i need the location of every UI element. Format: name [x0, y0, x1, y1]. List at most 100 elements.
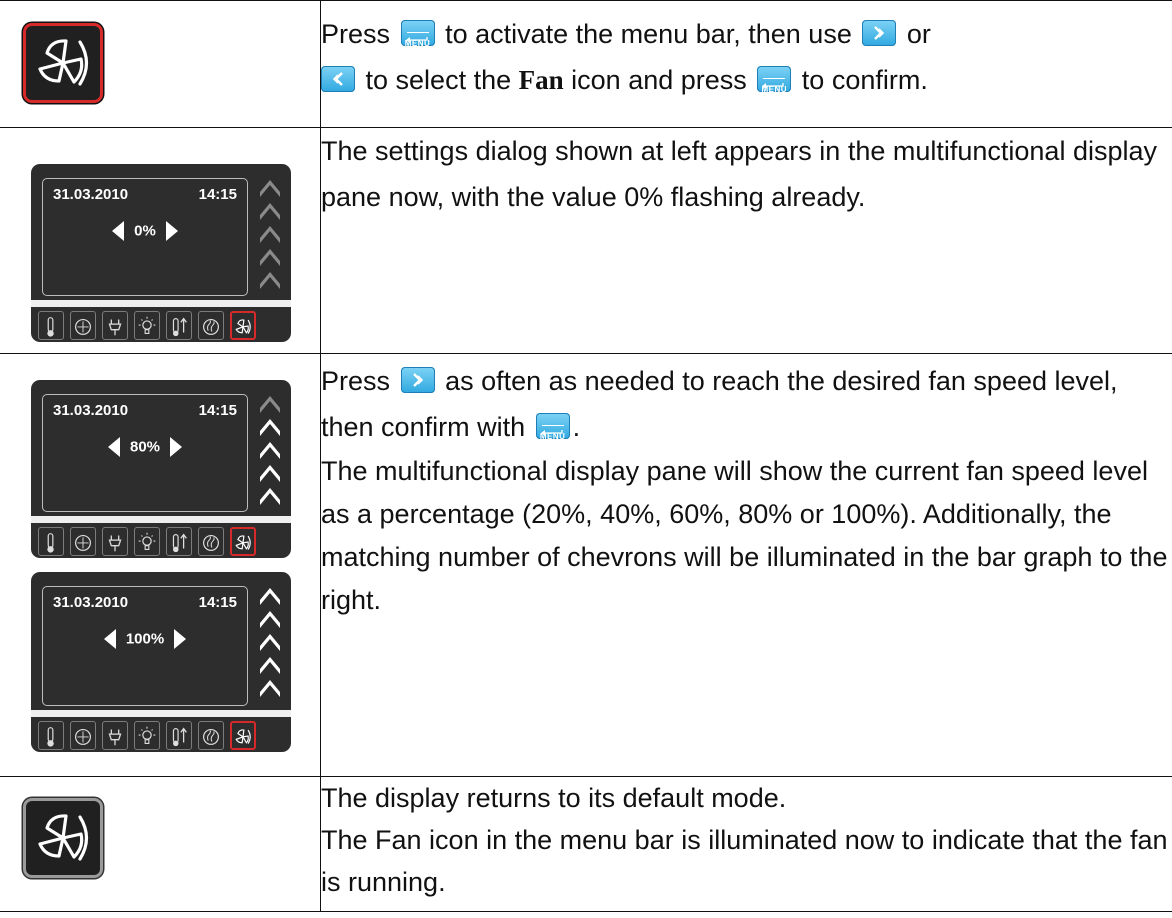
menu-bar-lightbulb-icon [134, 311, 160, 340]
menu-bar-compass-icon [70, 311, 96, 340]
fan-icon [235, 728, 251, 744]
menu-bar-thermometer-icon [38, 527, 64, 556]
display-panel: 31.03.2010 14:15 80% [31, 380, 291, 558]
menu-bar-thermometer-icon [38, 721, 64, 750]
menu-bar-plug-icon [102, 721, 128, 750]
menu-bar-plug-icon [102, 527, 128, 556]
fan-icon [23, 23, 103, 103]
display-value: 80% [43, 437, 247, 457]
display-value: 0% [43, 221, 247, 241]
text-or: or [906, 19, 931, 49]
menu-bar [38, 527, 256, 556]
increase-arrow-icon [170, 437, 183, 457]
menu-bar-fan-icon [230, 721, 256, 750]
chevron-icon [260, 203, 280, 220]
level-icon [172, 727, 187, 746]
display-value: 100% [43, 629, 247, 649]
level-icon [172, 533, 187, 552]
display-time: 14:15 [198, 402, 237, 419]
lightbulb-icon [138, 316, 156, 334]
text-activate: to activate the menu bar, then use [445, 19, 852, 49]
heat-icon [203, 534, 219, 551]
display-time: 14:15 [198, 594, 237, 611]
chevron-bar-graph [260, 180, 280, 289]
display-date: 31.03.2010 [53, 186, 129, 203]
menu-key-label: MENU [404, 38, 431, 48]
fan-icon-glyph [38, 39, 89, 86]
compass-icon [75, 318, 91, 335]
menu-bar-plug-icon [102, 311, 128, 340]
display-screen: 31.03.2010 14:15 100% [42, 586, 248, 706]
thermometer-icon [47, 316, 54, 337]
step-1-text: Press MENU to activate the menu bar, the… [320, 0, 1172, 128]
chevron-icon [260, 611, 280, 628]
step-row-3: 31.03.2010 14:15 80% 31.03.2010 14:15 100% P… [0, 353, 1172, 777]
step-row-1: Press MENU to activate the menu bar, the… [0, 0, 1172, 128]
menu-bar-heat-icon [198, 527, 224, 556]
chevron-bar-graph [260, 396, 280, 505]
level-icon [172, 317, 187, 336]
display-panel: 31.03.2010 14:15 0% [31, 164, 291, 342]
panel-divider [31, 710, 291, 717]
compass-icon [75, 534, 91, 551]
chevron-icon [260, 442, 280, 459]
menu-bar-fan-icon [230, 527, 256, 556]
step-4-text: The display returns to its default mode.… [320, 776, 1172, 912]
display-screen: 31.03.2010 14:15 80% [42, 394, 248, 512]
step-3-text: Press as often as needed to reach the de… [320, 353, 1172, 777]
text-select: to select the [365, 65, 512, 95]
increase-arrow-icon [165, 221, 178, 241]
menu-key-icon: MENU [535, 412, 570, 441]
heat-icon [203, 318, 219, 335]
plug-icon [108, 729, 122, 745]
menu-bar-heat-icon [198, 721, 224, 750]
display-date: 31.03.2010 [53, 594, 129, 611]
plug-icon [108, 319, 122, 335]
fan-speed-value: 80% [129, 438, 161, 456]
chevron-icon [260, 588, 280, 605]
chevron-icon [260, 419, 280, 436]
step-row-4: The display returns to its default mode.… [0, 776, 1172, 912]
menu-key-icon: MENU [400, 19, 435, 48]
chevron-icon [260, 465, 280, 482]
fan-speed-value: 0% [134, 222, 156, 240]
heat-icon [203, 728, 219, 745]
step-row-2: 31.03.2010 14:15 0% The settings dialog sh… [0, 127, 1172, 354]
lightbulb-icon [138, 532, 156, 550]
chevron-icon [260, 272, 280, 289]
panel-divider [31, 300, 291, 307]
chevron-icon [260, 488, 280, 505]
decrease-arrow-icon [103, 629, 116, 649]
menu-bar-fan-icon [230, 311, 256, 340]
chevron-icon [260, 249, 280, 266]
menu-bar-level-icon [166, 721, 192, 750]
step-1-image-cell [0, 0, 321, 128]
display-panel: 31.03.2010 14:15 100% [31, 572, 291, 752]
fan-icon [235, 534, 251, 550]
display-time: 14:15 [198, 186, 237, 203]
menu-bar-lightbulb-icon [134, 721, 160, 750]
step-4-line-1: The display returns to its default mode. [321, 783, 787, 813]
menu-key-label: MENU [539, 431, 566, 441]
step-3-image-cell: 31.03.2010 14:15 80% 31.03.2010 14:15 100% [0, 353, 321, 777]
text-icon-press: icon and press [571, 65, 747, 95]
menu-bar-compass-icon [70, 721, 96, 750]
instruction-table: Press MENU to activate the menu bar, the… [0, 0, 1172, 912]
fan-icon [23, 798, 103, 878]
menu-bar-lightbulb-icon [134, 527, 160, 556]
left-key-icon [321, 65, 355, 92]
step-2-text: The settings dialog shown at left appear… [320, 127, 1172, 354]
fan-icon-glyph [38, 814, 89, 861]
text-period: . [572, 412, 581, 442]
menu-bar [38, 721, 256, 750]
text-confirm: to confirm. [801, 65, 928, 95]
chevron-icon [260, 226, 280, 243]
step-4-image-cell [0, 776, 321, 912]
thermometer-icon [47, 532, 54, 553]
plug-icon [108, 535, 122, 551]
chevron-icon [260, 180, 280, 197]
compass-icon [75, 728, 91, 745]
display-screen: 31.03.2010 14:15 0% [42, 178, 248, 296]
thermometer-icon [47, 726, 54, 747]
menu-bar-compass-icon [70, 527, 96, 556]
